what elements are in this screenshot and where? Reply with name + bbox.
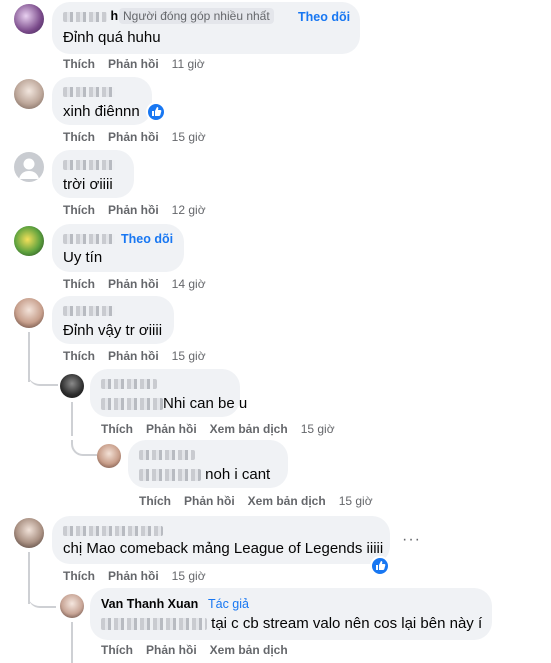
- like-button[interactable]: Thích: [63, 203, 95, 217]
- timestamp[interactable]: 15 giờ: [301, 422, 335, 436]
- avatar[interactable]: [97, 444, 121, 468]
- thread-line: [71, 622, 73, 663]
- follow-button[interactable]: Theo dõi: [121, 232, 173, 246]
- like-button[interactable]: Thích: [63, 569, 95, 583]
- avatar[interactable]: [14, 4, 44, 34]
- comment-text: xinh điênnn: [63, 103, 140, 120]
- timestamp[interactable]: 12 giờ: [172, 203, 206, 217]
- timestamp[interactable]: 15 giờ: [172, 349, 206, 363]
- comment-text: Đỉnh vậy tr ơiiii: [63, 322, 163, 339]
- thread-line: [71, 402, 73, 436]
- top-fan-badge: Người đóng góp nhiều nhất: [119, 8, 274, 24]
- reply-button[interactable]: Phản hồi: [146, 422, 197, 436]
- thread-connector: [28, 592, 56, 608]
- reply-bubble: [90, 588, 492, 640]
- timestamp[interactable]: 11 giờ: [172, 57, 205, 71]
- comment-actions: Thích Phản hồi 15 giờ: [63, 349, 219, 363]
- follow-button[interactable]: Theo dõi: [298, 10, 350, 24]
- avatar[interactable]: [14, 518, 44, 548]
- reply-button[interactable]: Phản hồi: [146, 643, 197, 657]
- like-button[interactable]: Thích: [63, 57, 95, 71]
- commenter-name[interactable]: [63, 523, 163, 537]
- thread-connector: [71, 440, 97, 456]
- timestamp[interactable]: 15 giờ: [339, 494, 373, 508]
- reply-button[interactable]: Phản hồi: [108, 569, 159, 583]
- default-user-icon: [19, 158, 39, 179]
- comment-actions: Thích Phản hồi Xem bản dịch: [101, 643, 301, 657]
- avatar[interactable]: [14, 298, 44, 328]
- like-button[interactable]: Thích: [139, 494, 171, 508]
- like-button[interactable]: Thích: [63, 277, 95, 291]
- timestamp[interactable]: 14 giờ: [172, 277, 206, 291]
- author-name[interactable]: Van Thanh Xuan: [101, 597, 198, 611]
- see-translation-button[interactable]: Xem bản dịch: [210, 643, 288, 657]
- like-reaction-icon: [370, 556, 390, 576]
- comment-actions: Thích Phản hồi 15 giờ: [63, 569, 219, 583]
- reply-button[interactable]: Phản hồi: [184, 494, 235, 508]
- commenter-name[interactable]: [63, 231, 115, 245]
- avatar-default[interactable]: [14, 152, 44, 182]
- reply-button[interactable]: Phản hồi: [108, 277, 159, 291]
- comment-text: Uy tín: [63, 249, 103, 266]
- reply-button[interactable]: Phản hồi: [108, 57, 159, 71]
- avatar[interactable]: [14, 226, 44, 256]
- comment-text: Đỉnh quá huhu: [63, 29, 161, 46]
- commenter-name[interactable]: h: [63, 9, 118, 23]
- like-button[interactable]: Thích: [101, 422, 133, 436]
- reply-button[interactable]: Phản hồi: [108, 203, 159, 217]
- comment-text: Nhi can be u: [101, 395, 247, 412]
- reply-button[interactable]: Phản hồi: [108, 349, 159, 363]
- like-reaction-icon: [146, 102, 166, 122]
- commenter-name[interactable]: [63, 84, 115, 98]
- comment-actions: Thích Phản hồi 11 giờ: [63, 57, 218, 71]
- commenter-name[interactable]: [63, 303, 115, 317]
- comment-text: trời ơiiii: [63, 176, 113, 193]
- author-badge: Tác giả: [208, 597, 249, 611]
- comment-actions: Thích Phản hồi 12 giờ: [63, 203, 219, 217]
- avatar[interactable]: [60, 374, 84, 398]
- comment-actions: Thích Phản hồi 14 giờ: [63, 277, 219, 291]
- more-options-icon[interactable]: ···: [402, 531, 421, 549]
- timestamp[interactable]: 15 giờ: [172, 569, 206, 583]
- comment-actions: Thích Phản hồi Xem bản dịch 15 giờ: [139, 494, 386, 508]
- timestamp[interactable]: 15 giờ: [172, 130, 206, 144]
- like-button[interactable]: Thích: [101, 643, 133, 657]
- thread-connector: [28, 370, 58, 386]
- comment-actions: Thích Phản hồi 15 giờ: [63, 130, 219, 144]
- comment-text: tại c cb stream valo nên cos lại bên này…: [101, 615, 482, 632]
- commenter-name[interactable]: [63, 157, 115, 171]
- comment-text: chị Mao comeback mảng League of Legends …: [63, 540, 384, 557]
- comment-text: noh i cant: [139, 466, 270, 483]
- avatar[interactable]: [14, 79, 44, 109]
- avatar[interactable]: [60, 594, 84, 618]
- reply-button[interactable]: Phản hồi: [108, 130, 159, 144]
- see-translation-button[interactable]: Xem bản dịch: [248, 494, 326, 508]
- commenter-name[interactable]: [139, 447, 195, 461]
- like-button[interactable]: Thích: [63, 349, 95, 363]
- commenter-name[interactable]: [101, 376, 157, 390]
- like-button[interactable]: Thích: [63, 130, 95, 144]
- see-translation-button[interactable]: Xem bản dịch: [210, 422, 288, 436]
- comment-actions: Thích Phản hồi Xem bản dịch 15 giờ: [101, 422, 348, 436]
